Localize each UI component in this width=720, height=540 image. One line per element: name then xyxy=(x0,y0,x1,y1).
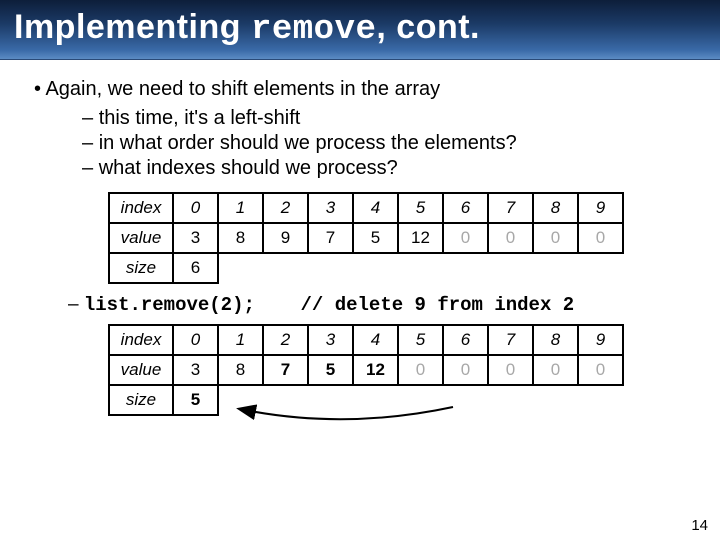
cell: 7 xyxy=(488,193,533,223)
cell: 6 xyxy=(443,325,488,355)
cell: 8 xyxy=(533,193,578,223)
tables-wrap-2: index0123456789value38751200000size5 xyxy=(108,324,694,416)
page-number: 14 xyxy=(691,517,708,534)
code-line: – list.remove(2); // delete 9 from index… xyxy=(68,294,694,316)
cell: 7 xyxy=(263,355,308,385)
cell: 4 xyxy=(353,325,398,355)
cell: 6 xyxy=(443,193,488,223)
array-table-before: index0123456789value38975120000size6 xyxy=(108,192,624,284)
cell: 0 xyxy=(398,355,443,385)
cell: value xyxy=(109,223,173,253)
cell: 8 xyxy=(218,223,263,253)
cell: 5 xyxy=(353,223,398,253)
title-pre: Implementing xyxy=(14,8,251,46)
cell: 0 xyxy=(578,355,623,385)
cell: 3 xyxy=(308,193,353,223)
cell: 3 xyxy=(308,325,353,355)
cell: 3 xyxy=(173,223,218,253)
cell: 5 xyxy=(398,325,443,355)
cell: 5 xyxy=(308,355,353,385)
cell: 0 xyxy=(488,223,533,253)
cell: 5 xyxy=(398,193,443,223)
cell: 4 xyxy=(353,193,398,223)
cell: 5 xyxy=(173,385,218,415)
cell: 8 xyxy=(218,355,263,385)
cell: 7 xyxy=(308,223,353,253)
sub-bullet-1: this time, it's a left-shift xyxy=(82,107,694,130)
cell: 0 xyxy=(443,223,488,253)
cell: 9 xyxy=(263,223,308,253)
code-comment: // delete 9 from index 2 xyxy=(301,294,575,316)
cell: 12 xyxy=(398,223,443,253)
cell: 2 xyxy=(263,193,308,223)
cell: index xyxy=(109,193,173,223)
cell: 9 xyxy=(578,325,623,355)
cell: 2 xyxy=(263,325,308,355)
sub-bullet-list: this time, it's a left-shift in what ord… xyxy=(82,107,694,180)
sub-bullet-3: what indexes should we process? xyxy=(82,157,694,180)
cell: 0 xyxy=(488,355,533,385)
cell: index xyxy=(109,325,173,355)
cell: size xyxy=(109,253,173,283)
title-post: , cont. xyxy=(376,8,480,46)
title-bar: Implementing remove, cont. xyxy=(0,0,720,60)
bullet-main: Again, we need to shift elements in the … xyxy=(34,78,694,101)
cell: 0 xyxy=(578,223,623,253)
array-table-after: index0123456789value38751200000size5 xyxy=(108,324,624,416)
cell: 1 xyxy=(218,193,263,223)
cell: 9 xyxy=(578,193,623,223)
cell: size xyxy=(109,385,173,415)
cell: 0 xyxy=(533,355,578,385)
slide-body: Again, we need to shift elements in the … xyxy=(0,60,720,416)
cell: 0 xyxy=(173,325,218,355)
cell: 8 xyxy=(533,325,578,355)
title-code: remove xyxy=(251,11,376,49)
cell: 12 xyxy=(353,355,398,385)
code-call: list.remove(2); xyxy=(84,294,255,316)
sub-bullet-2: in what order should we process the elem… xyxy=(82,132,694,155)
tables-wrap: index0123456789value38975120000size6 xyxy=(108,192,694,284)
cell: 0 xyxy=(533,223,578,253)
cell: 1 xyxy=(218,325,263,355)
cell: 0 xyxy=(173,193,218,223)
cell: 0 xyxy=(443,355,488,385)
cell: 6 xyxy=(173,253,218,283)
cell: value xyxy=(109,355,173,385)
cell: 3 xyxy=(173,355,218,385)
slide-title: Implementing remove, cont. xyxy=(14,8,706,49)
cell: 7 xyxy=(488,325,533,355)
